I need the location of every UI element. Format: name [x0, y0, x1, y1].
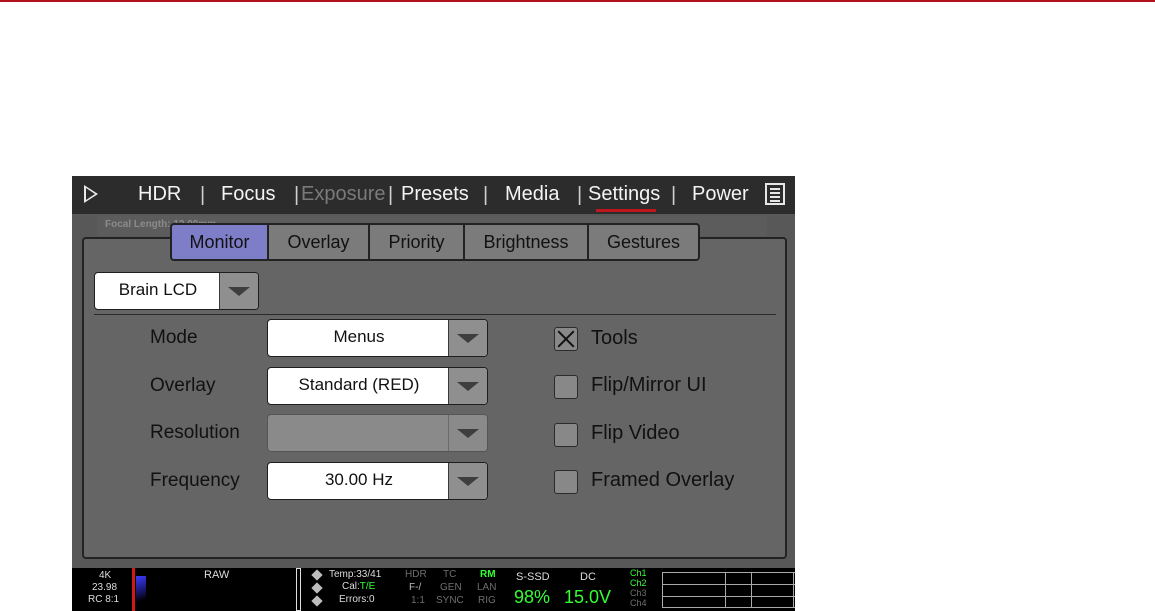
- frequency-select[interactable]: 30.00 Hz: [267, 462, 488, 500]
- section-divider: [94, 314, 776, 315]
- status-dot-icon: [311, 582, 323, 594]
- mode-select-value: Menus: [333, 327, 385, 346]
- overlay-select[interactable]: Standard (RED): [267, 367, 488, 405]
- nav-focus[interactable]: Focus: [221, 183, 275, 206]
- nav-power[interactable]: Power: [692, 183, 749, 206]
- flip-mirror-ui-checkbox[interactable]: [554, 375, 578, 399]
- power-value: 15.0V: [564, 587, 612, 607]
- nav-separator: |: [483, 184, 489, 206]
- status-fps: 23.98: [92, 582, 118, 593]
- chevron-down-icon[interactable]: [448, 320, 487, 356]
- nav-separator: |: [294, 184, 300, 206]
- status-lan: LAN: [477, 582, 497, 593]
- chevron-down-icon[interactable]: [448, 368, 487, 404]
- framed-overlay-checkbox[interactable]: [554, 470, 578, 494]
- chevron-down-icon[interactable]: [219, 273, 258, 309]
- nav-separator: |: [200, 184, 206, 206]
- nav-presets[interactable]: Presets: [401, 183, 469, 206]
- audio-meter-grid: [662, 572, 795, 608]
- nav-separator: |: [671, 184, 677, 206]
- status-f: F-/: [409, 582, 422, 593]
- nav-hdr[interactable]: HDR: [138, 183, 181, 206]
- nav-separator: |: [388, 184, 394, 206]
- tab-brightness[interactable]: Brightness: [464, 223, 588, 261]
- frequency-label: Frequency: [150, 470, 240, 491]
- top-nav-bar: HDR | Focus | Exposure | Presets | Media…: [72, 176, 795, 214]
- menu-list-icon[interactable]: [765, 183, 785, 205]
- mode-label: Mode: [150, 327, 198, 348]
- tab-gestures[interactable]: Gestures: [588, 223, 700, 261]
- mode-select[interactable]: Menus: [267, 319, 488, 357]
- play-icon[interactable]: [84, 185, 98, 203]
- channel-3: Ch3: [630, 588, 647, 598]
- status-dot-icon: [311, 569, 323, 581]
- tools-label: Tools: [591, 327, 638, 349]
- status-gen: GEN: [440, 582, 462, 593]
- nav-settings[interactable]: Settings: [588, 183, 660, 206]
- tab-overlay[interactable]: Overlay: [268, 223, 369, 261]
- chevron-down-icon: [448, 415, 487, 451]
- resolution-select: [267, 414, 488, 452]
- camera-screen: HDR | Focus | Exposure | Presets | Media…: [72, 176, 795, 611]
- frequency-select-value: 30.00 Hz: [324, 470, 394, 489]
- audio-level-bar: [132, 568, 135, 611]
- monitor-select[interactable]: Brain LCD: [94, 272, 259, 310]
- resolution-select-value: [268, 415, 450, 451]
- status-temp: Temp:33/41: [329, 569, 382, 580]
- media-value: 98%: [514, 587, 551, 607]
- monitor-select-value: Brain LCD: [118, 280, 198, 299]
- overlay-label: Overlay: [150, 375, 216, 396]
- status-codec: RAW: [204, 569, 230, 581]
- record-indicator: [296, 568, 301, 611]
- settings-tabs: Monitor Overlay Priority Brightness Gest…: [170, 223, 700, 261]
- tab-priority[interactable]: Priority: [369, 223, 464, 261]
- media-label: S-SSD: [516, 571, 550, 583]
- status-rm: RM: [480, 569, 496, 580]
- flip-video-checkbox[interactable]: [554, 423, 578, 447]
- status-tc: TC: [443, 569, 457, 580]
- nav-separator: |: [577, 184, 583, 206]
- nav-media[interactable]: Media: [505, 183, 559, 206]
- flip-video-label: Flip Video: [591, 422, 680, 444]
- flip-mirror-ui-label: Flip/Mirror UI: [591, 374, 707, 396]
- histogram: [136, 576, 146, 611]
- status-compression: RC 8:1: [88, 594, 120, 605]
- status-ratio: 1:1: [411, 595, 425, 606]
- status-bar: 4K 23.98 RC 8:1 RAW Temp:33/41 Cal:T/E E…: [72, 568, 795, 611]
- channel-1: Ch1: [630, 568, 647, 578]
- resolution-label: Resolution: [150, 422, 240, 443]
- top-red-rule: [0, 0, 1155, 2]
- status-dot-icon: [311, 595, 323, 607]
- tools-checkbox[interactable]: [554, 327, 578, 351]
- framed-overlay-label: Framed Overlay: [591, 469, 735, 491]
- status-hdr: HDR: [405, 569, 427, 580]
- channel-2: Ch2: [630, 578, 647, 588]
- active-nav-indicator: [596, 209, 656, 212]
- nav-exposure: Exposure: [301, 183, 386, 205]
- channel-4: Ch4: [630, 598, 647, 608]
- status-sync: SYNC: [436, 595, 464, 606]
- overlay-select-value: Standard (RED): [298, 375, 420, 394]
- status-cal: Cal:T/E: [342, 581, 376, 592]
- status-rig: RIG: [478, 595, 496, 606]
- tab-monitor[interactable]: Monitor: [170, 223, 268, 261]
- status-format: 4K: [99, 570, 112, 581]
- power-label: DC: [580, 571, 596, 583]
- chevron-down-icon[interactable]: [448, 463, 487, 499]
- status-errors: Errors:0: [339, 594, 375, 605]
